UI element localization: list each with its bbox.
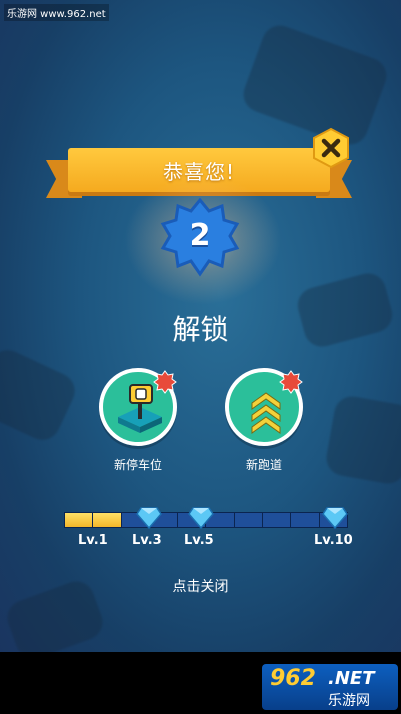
reward-new-parking: 新停车位 [88, 368, 188, 473]
progress-segment [93, 513, 122, 527]
diamond-icon [136, 506, 162, 530]
new-badge-icon [153, 370, 177, 394]
tap-to-close-text[interactable]: 点击关闭 [0, 576, 401, 596]
close-button[interactable] [311, 127, 351, 169]
level-label: Lv.3 [132, 533, 162, 548]
reward-label: 新停车位 [113, 458, 162, 472]
reward-new-track: 新跑道 [214, 368, 314, 473]
reward-circle [99, 368, 177, 446]
logo-sub-text: 乐游网 [328, 693, 370, 709]
progress-segment [234, 513, 264, 527]
background-car-silhouette [0, 344, 81, 446]
progress-segment [291, 513, 320, 527]
site-logo: 962 .NET 乐游网 [262, 664, 398, 710]
close-icon [313, 127, 349, 169]
progress-segment [263, 513, 292, 527]
level-label: Lv.1 [78, 533, 108, 548]
unlock-title: 解锁 [172, 313, 229, 346]
diamond-icon [188, 506, 214, 530]
new-badge-icon [279, 370, 303, 394]
reward-label: 新跑道 [245, 458, 282, 472]
site-watermark: 乐游网 www.962.net [4, 4, 109, 21]
background-car-silhouette [323, 393, 401, 487]
game-screen: 乐游网 www.962.net 恭喜您! 2 解锁 [0, 0, 401, 652]
level-label: Lv.10 [314, 533, 353, 548]
reward-circle [225, 368, 303, 446]
progress-segment [65, 513, 94, 527]
level-number: 2 [189, 218, 211, 253]
logo-main-text: 962 [270, 666, 316, 691]
diamond-icon [322, 506, 348, 530]
level-label: Lv.5 [184, 533, 214, 548]
logo-net-text: .NET [328, 668, 375, 689]
